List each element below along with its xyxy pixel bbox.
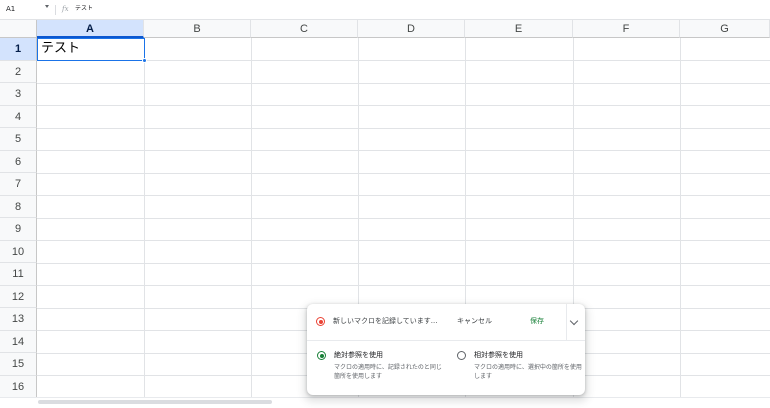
option-title: 相対参照を使用 (474, 351, 523, 359)
row-header-5[interactable]: 5 (0, 128, 37, 151)
formula-bar-divider (55, 5, 56, 15)
row-header-14[interactable]: 14 (0, 330, 37, 353)
row-header-4[interactable]: 4 (0, 105, 37, 128)
column-header-c[interactable]: C (251, 20, 358, 38)
gridline (37, 127, 770, 129)
column-header-d[interactable]: D (358, 20, 465, 38)
save-button[interactable]: 保存 (530, 315, 544, 327)
column-header-f[interactable]: F (573, 20, 680, 38)
macro-recording-panel: 新しいマクロを記録しています... キャンセル 保存 絶対参照を使用 マクロの適… (307, 304, 585, 395)
row-header-13[interactable]: 13 (0, 308, 37, 331)
scrollbar-thumb[interactable] (38, 400, 272, 404)
fx-icon: fx (62, 5, 69, 13)
column-header-g[interactable]: G (680, 20, 770, 38)
row-header-3[interactable]: 3 (0, 83, 37, 106)
row-header-15[interactable]: 15 (0, 353, 37, 376)
gridline (37, 105, 770, 106)
cell-a1[interactable]: テスト (37, 38, 145, 61)
row-header-12[interactable]: 12 (0, 285, 37, 308)
row-header-11[interactable]: 11 (0, 263, 37, 286)
column-header-a[interactable]: A (37, 20, 144, 38)
chevron-down-icon[interactable] (569, 316, 579, 326)
gridline (37, 262, 770, 264)
row-header-16[interactable]: 16 (0, 375, 37, 398)
column-header-b[interactable]: B (144, 20, 251, 38)
name-box[interactable]: A1 (6, 3, 15, 15)
gridline (37, 285, 770, 286)
gridline (37, 82, 770, 84)
row-header-8[interactable]: 8 (0, 195, 37, 218)
radio-relative-reference[interactable] (457, 351, 466, 360)
name-box-dropdown-icon[interactable] (45, 5, 49, 8)
macro-panel-header: 新しいマクロを記録しています... キャンセル 保存 (307, 304, 585, 341)
formula-bar: A1 fx テスト (0, 0, 770, 20)
radio-absolute-reference[interactable] (317, 351, 326, 360)
fill-handle[interactable] (142, 58, 147, 63)
row-header-2[interactable]: 2 (0, 60, 37, 83)
formula-input[interactable]: テスト (75, 3, 93, 15)
recording-status: 新しいマクロを記録しています... (333, 317, 438, 325)
option-description: マクロの適用時に、記録されたのと同じ箇所を使用します (334, 364, 442, 380)
row-header-1[interactable]: 1 (0, 38, 37, 61)
gridline (37, 217, 770, 219)
gridline (37, 150, 770, 151)
column-header-e[interactable]: E (465, 20, 573, 38)
option-description: マクロの適用時に、選択中の箇所を使用します (474, 364, 582, 380)
gridline (37, 172, 770, 174)
row-header-10[interactable]: 10 (0, 240, 37, 263)
recording-icon (316, 317, 325, 326)
cancel-button[interactable]: キャンセル (457, 315, 492, 327)
row-header-9[interactable]: 9 (0, 218, 37, 241)
row-header-6[interactable]: 6 (0, 150, 37, 173)
option-title: 絶対参照を使用 (334, 351, 383, 359)
select-all-corner[interactable] (0, 20, 37, 38)
gridline (37, 195, 770, 196)
gridline (37, 240, 770, 241)
row-header-7[interactable]: 7 (0, 173, 37, 196)
panel-divider (566, 304, 567, 341)
